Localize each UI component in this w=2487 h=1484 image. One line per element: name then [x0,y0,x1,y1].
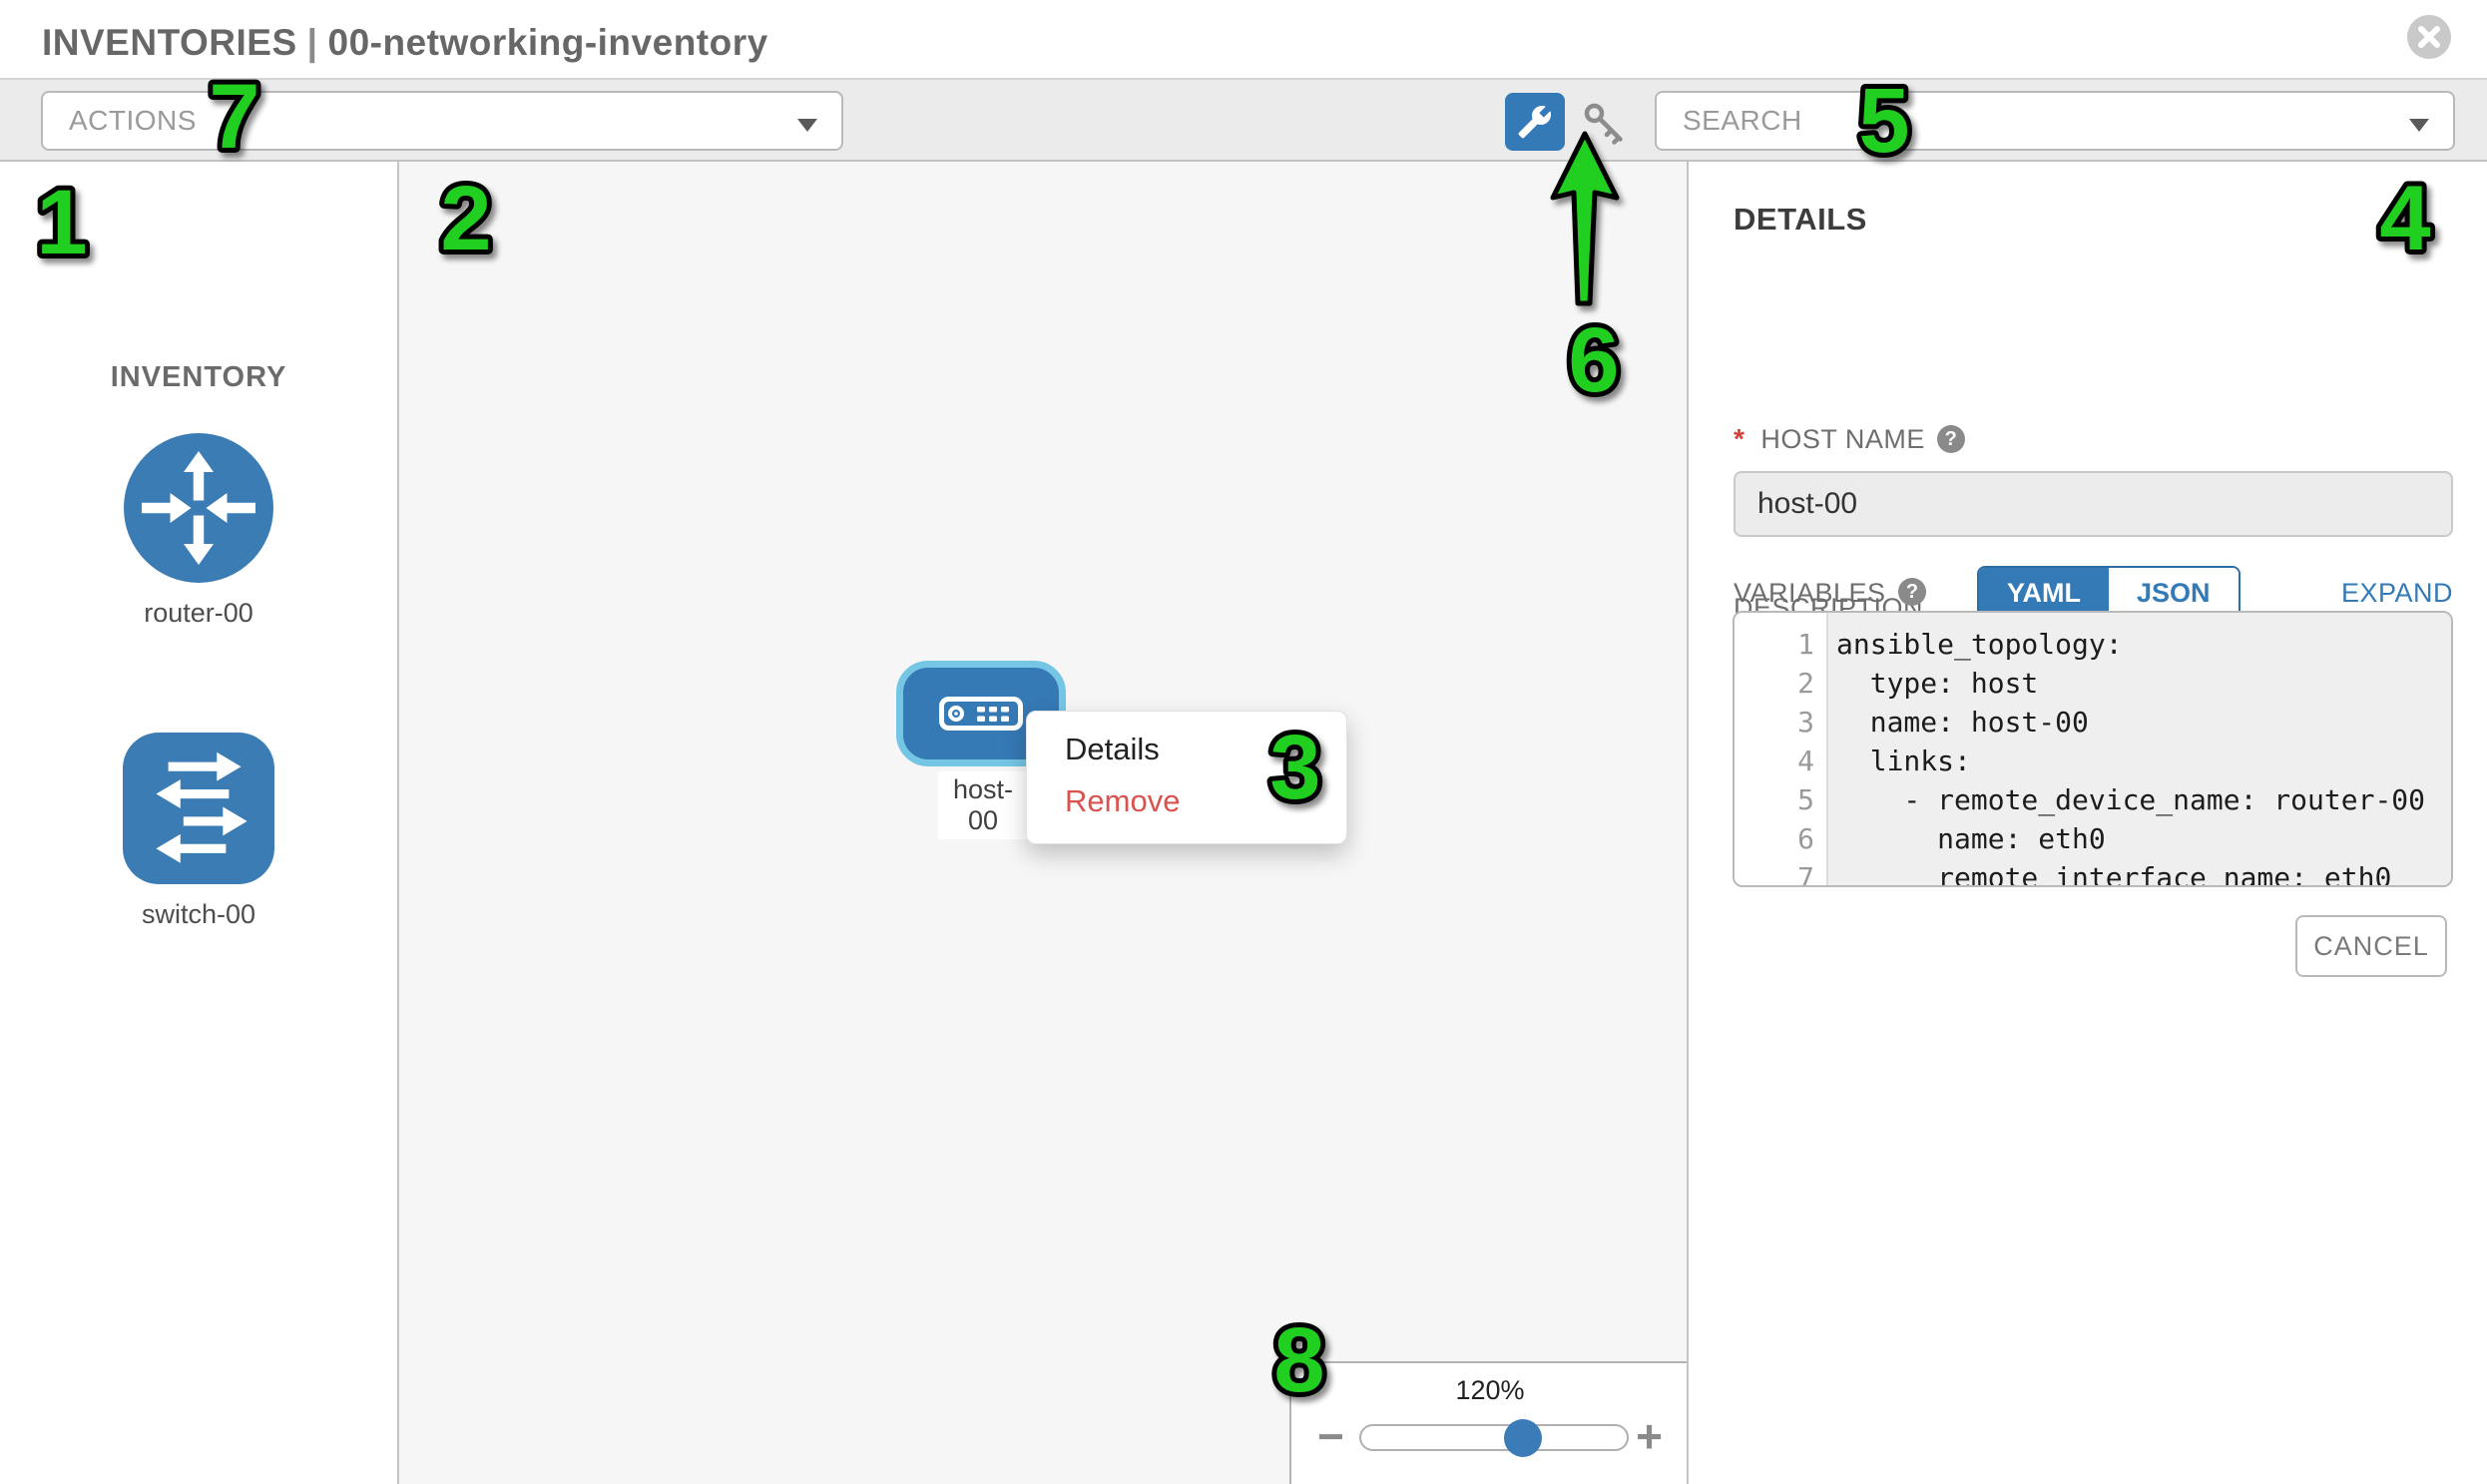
cancel-button[interactable]: CANCEL [2295,915,2447,977]
toolbar: ACTIONS SEARCH [0,78,2487,162]
help-icon[interactable]: ? [1937,425,1965,453]
palette-item-switch[interactable]: switch-00 [0,733,397,930]
variables-code-editor[interactable]: 1234567 ansible_topology: type: host nam… [1733,611,2453,887]
zoom-panel: 120% − + [1289,1361,1687,1484]
switch-icon [123,733,274,884]
zoom-slider[interactable] [1359,1424,1629,1451]
code-line: type: host [1836,664,2451,703]
code-line: ansible_topology: [1836,625,2451,664]
header: INVENTORIES|00-networking-inventory [0,0,2487,78]
host-node-label: host-00 [938,771,1028,839]
palette-item-router[interactable]: router-00 [0,433,397,629]
network-inventory-app: INVENTORIES|00-networking-inventory ACTI… [0,0,2487,1484]
code-line-number: 4 [1735,742,1826,780]
code-line-number: 3 [1735,703,1826,742]
variables-code-gutter: 1234567 [1735,613,1826,885]
search-dropdown[interactable]: SEARCH [1655,91,2455,151]
context-menu-details[interactable]: Details [1027,724,1346,775]
code-line-number: 2 [1735,664,1826,703]
chevron-down-icon [797,119,817,132]
zoom-controls: − + [1291,1411,1687,1471]
actions-dropdown-label: ACTIONS [69,105,197,137]
variables-code-body[interactable]: ansible_topology: type: host name: host-… [1826,613,2451,885]
details-title: DETAILS [1734,202,1867,238]
palette-item-label: switch-00 [0,899,397,930]
router-icon [124,433,273,583]
host-name-input[interactable] [1734,471,2453,537]
code-line: links: [1836,742,2451,780]
code-line: name: eth0 [1836,819,2451,858]
context-menu-remove[interactable]: Remove [1027,775,1346,827]
code-line: name: host-00 [1836,703,2451,742]
chevron-down-icon [2409,119,2429,132]
close-button[interactable] [2407,15,2451,59]
help-icon[interactable]: ? [1898,578,1926,606]
breadcrumb-separator: | [297,22,328,63]
inventory-sidebar: INVENTORY router-00 s [0,162,399,1484]
tools-button[interactable] [1505,93,1565,151]
search-dropdown-label: SEARCH [1683,105,1802,137]
context-menu: Details Remove [1026,711,1347,844]
inventory-name: 00-networking-inventory [328,22,768,63]
key-button[interactable] [1581,100,1627,146]
code-line-number: 7 [1735,858,1826,887]
expand-link[interactable]: EXPAND [2341,578,2453,609]
code-line: - remote_device_name: router-00 [1836,780,2451,819]
palette-item-label: router-00 [0,598,397,629]
variables-label: VARIABLES [1734,578,1886,609]
breadcrumb[interactable]: INVENTORIES [42,22,297,63]
code-line-number: 1 [1735,625,1826,664]
key-icon [1581,133,1627,150]
code-line: remote_interface_name: eth0 [1836,858,2451,885]
zoom-in-button[interactable]: + [1636,1413,1663,1459]
code-line-number: 6 [1735,819,1826,858]
required-asterisk: * [1734,423,1744,455]
code-line-number: 5 [1735,780,1826,819]
sidebar-title: INVENTORY [0,361,397,394]
details-panel: DETAILS * HOST NAME ? DESCRIPTION VARIAB… [1689,162,2487,1484]
zoom-out-button[interactable]: − [1317,1413,1344,1459]
zoom-level: 120% [1355,1375,1625,1406]
actions-dropdown[interactable]: ACTIONS [41,91,843,151]
host-name-label: * HOST NAME ? [1734,423,1965,455]
page-title: INVENTORIES|00-networking-inventory [42,22,768,64]
topology-canvas[interactable]: host-00 Details Remove 120% − + [399,162,1689,1484]
zoom-slider-thumb[interactable] [1504,1419,1542,1457]
